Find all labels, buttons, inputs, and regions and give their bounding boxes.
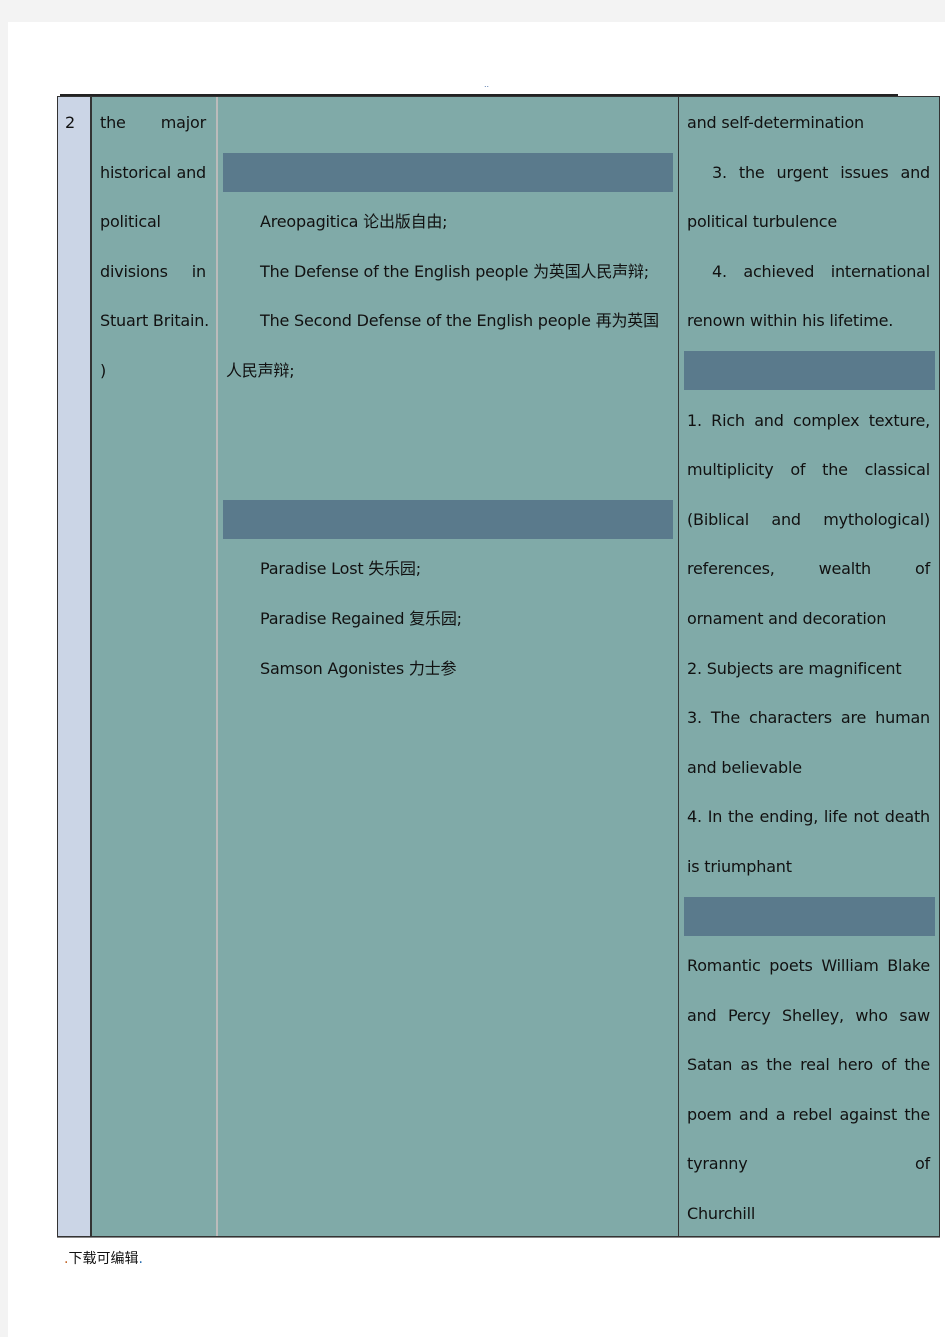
text-line: (Biblical and mythological): [687, 509, 930, 529]
text-line: [218, 98, 678, 148]
footer-text: 下载可编辑: [68, 1251, 139, 1267]
text-line: 3. the urgent issues and: [712, 162, 930, 182]
footer-note: .下载可编辑.: [64, 1248, 143, 1268]
text-line: multiplicity of the classical: [687, 460, 930, 480]
text-line: Areopagitica 论出版自由;: [260, 212, 448, 232]
text-line: 4. In the ending, life not death: [687, 807, 930, 827]
text-line: The Defense of the English people 为英国人民声…: [260, 261, 649, 281]
works-cell: Areopagitica 论出版自由; The Defense of the En…: [218, 97, 679, 1236]
text-line: 3. The characters are human: [687, 708, 930, 728]
text-line: political: [100, 212, 161, 232]
content-table: 2 the major historical and political divisi…: [57, 96, 940, 1237]
text-line: 4. achieved international: [712, 261, 930, 281]
topic-cell: the major historical and political division…: [92, 97, 218, 1236]
text-line: political turbulence: [687, 212, 838, 232]
text-line: and Percy Shelley, who saw: [687, 1005, 930, 1025]
text-line: ): [100, 360, 107, 380]
section-heading-bar: [223, 152, 673, 192]
row-number-cell: 2: [58, 97, 92, 1236]
text-line: Satan as the real hero of the: [687, 1055, 930, 1075]
text-line: 2. Subjects are magnificent: [687, 658, 902, 678]
text-line: ornament and decoration: [687, 608, 887, 628]
text-line: The Second Defense of the English people…: [260, 311, 659, 331]
text-line: is triumphant: [687, 856, 792, 876]
section-heading-bar: [684, 896, 935, 936]
text-line: references, wealth of: [687, 559, 930, 579]
features-cell: and self-determination 3. the urgent issu…: [679, 97, 940, 1236]
text-line: Churchill: [687, 1204, 756, 1224]
text-line: Stuart Britain.: [100, 311, 210, 331]
text-line: Romantic poets William Blake: [687, 956, 930, 976]
text-line: and believable: [687, 757, 802, 777]
text-line: divisions in: [100, 261, 206, 281]
text-line: Paradise Regained 复乐园;: [260, 608, 462, 628]
text-line: renown within his lifetime.: [687, 311, 894, 331]
section-heading-bar: [684, 350, 935, 390]
text-line: [218, 445, 678, 495]
text-line: and self-determination: [687, 113, 864, 132]
header-mark: ..: [484, 80, 490, 89]
text-line: 1. Rich and complex texture,: [687, 410, 930, 430]
text-line: [218, 396, 678, 446]
text-line: Samson Agonistes 力士参: [260, 658, 457, 678]
text-line: 人民声辩;: [226, 360, 295, 380]
text-line: the major: [100, 113, 206, 132]
text-line: poem and a rebel against the: [687, 1104, 930, 1124]
row-number: 2: [65, 113, 76, 132]
footer-dot: .: [138, 1251, 143, 1267]
section-heading-bar: [223, 499, 673, 539]
text-line: historical and: [100, 162, 206, 182]
text-line: Paradise Lost 失乐园;: [260, 559, 421, 579]
text-line: tyranny of Heaven........Winston: [687, 1154, 930, 1174]
